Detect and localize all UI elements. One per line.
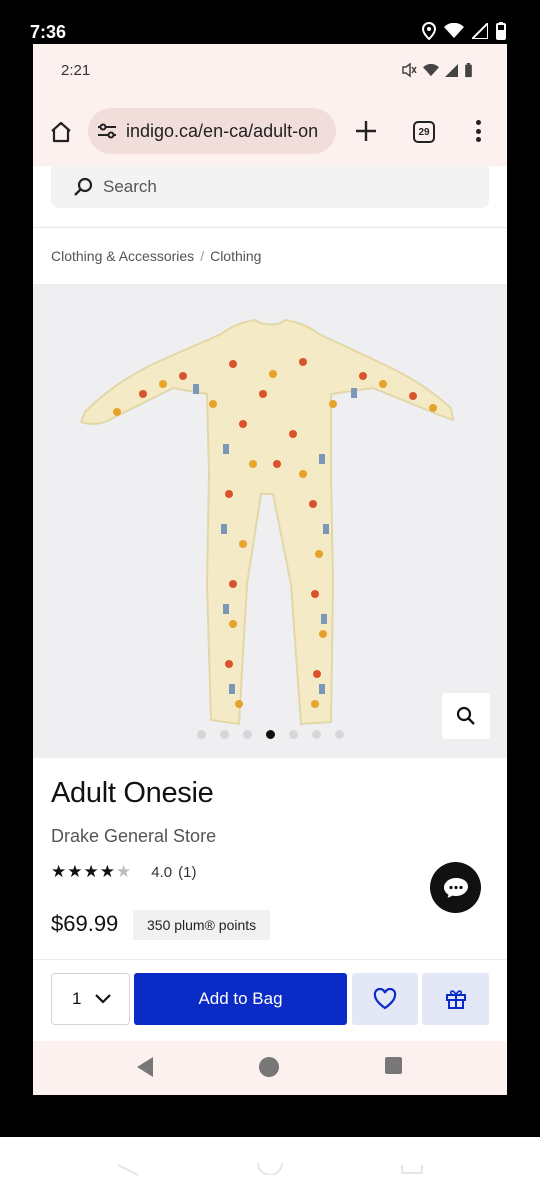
star-icon: ★	[67, 862, 83, 881]
zoom-icon	[456, 706, 475, 725]
inner-status-icons	[401, 62, 473, 78]
star-icon: ★	[99, 862, 115, 881]
device-status-bar: 7:36	[0, 0, 540, 44]
gallery-dot[interactable]	[311, 730, 321, 739]
device-time: 7:36	[30, 22, 67, 42]
heart-icon	[373, 988, 397, 1010]
breadcrumb-item-clothing[interactable]: Clothing	[210, 248, 261, 264]
more-menu-icon[interactable]	[473, 118, 483, 144]
home-icon[interactable]	[49, 120, 73, 144]
wifi-icon	[444, 23, 464, 38]
inner-navigation-bar	[33, 1041, 507, 1095]
device-recents-icon[interactable]	[400, 1163, 424, 1175]
purchase-action-bar: 1 Add to Bag	[33, 959, 507, 1041]
gallery-dot[interactable]	[219, 730, 229, 739]
device-status-icons	[422, 22, 506, 40]
quantity-select[interactable]: 1	[51, 973, 130, 1025]
location-icon	[422, 22, 436, 40]
star-icon: ★	[83, 862, 99, 881]
gallery-pagination	[33, 730, 507, 739]
phone-screen: 2:21 indigo.ca/en-ca/adult-on 29 Search …	[33, 44, 507, 1095]
signal-icon	[445, 63, 458, 77]
product-title: Adult Onesie	[51, 777, 214, 809]
battery-icon	[496, 22, 506, 40]
gift-icon	[445, 990, 466, 1009]
mute-icon	[402, 62, 417, 78]
back-icon[interactable]	[135, 1056, 155, 1078]
breadcrumb-item-clothing-accessories[interactable]: Clothing & Accessories	[51, 248, 194, 264]
battery-icon	[465, 62, 472, 77]
tab-switcher-button[interactable]: 29	[413, 121, 435, 143]
site-settings-icon[interactable]	[96, 120, 118, 142]
breadcrumb-separator: /	[200, 248, 205, 264]
inner-status-bar: 2:21	[33, 44, 507, 96]
add-to-bag-label: Add to Bag	[198, 989, 283, 1008]
gift-button[interactable]	[422, 973, 489, 1025]
browser-toolbar: indigo.ca/en-ca/adult-on 29	[33, 96, 507, 166]
gallery-dot[interactable]	[242, 730, 252, 739]
new-tab-icon[interactable]	[353, 118, 379, 144]
quantity-value: 1	[72, 989, 82, 1008]
search-icon	[74, 177, 93, 196]
star-empty-icon: ★	[116, 862, 132, 881]
gallery-dot[interactable]	[196, 730, 206, 739]
rating-stars: ★ ★ ★ ★ ★	[51, 862, 131, 882]
star-icon: ★	[51, 862, 67, 881]
review-count[interactable]: (1)	[178, 864, 196, 881]
signal-icon	[472, 23, 488, 39]
product-brand[interactable]: Drake General Store	[51, 826, 216, 847]
wifi-icon	[423, 63, 439, 76]
add-to-bag-button[interactable]: Add to Bag	[134, 973, 347, 1025]
chevron-down-icon	[95, 994, 112, 1004]
address-bar[interactable]: indigo.ca/en-ca/adult-on	[88, 108, 336, 154]
search-placeholder: Search	[103, 177, 157, 196]
gallery-dot[interactable]	[334, 730, 344, 739]
gallery-dot-active[interactable]	[265, 730, 275, 739]
inner-time: 2:21	[61, 62, 91, 79]
url-text[interactable]: indigo.ca/en-ca/adult-on	[126, 121, 318, 142]
zoom-button[interactable]	[442, 693, 490, 739]
plum-points-badge: 350 plum® points	[133, 910, 271, 940]
device-home-icon[interactable]	[256, 1161, 284, 1175]
search-area: Search	[33, 166, 507, 228]
breadcrumb: Clothing & Accessories / Clothing	[51, 248, 261, 264]
onesie-image	[79, 318, 455, 726]
chat-icon	[443, 877, 468, 898]
chat-button[interactable]	[430, 862, 481, 913]
home-nav-icon[interactable]	[258, 1056, 280, 1078]
rating-score: 4.0	[151, 863, 173, 881]
device-navigation-bar	[0, 1137, 540, 1200]
product-image-gallery[interactable]	[33, 284, 507, 758]
product-rating[interactable]: ★ ★ ★ ★ ★ 4.0 (1)	[51, 862, 196, 882]
tab-count: 29	[418, 126, 430, 138]
gallery-dot[interactable]	[288, 730, 298, 739]
product-price: $69.99	[51, 911, 119, 936]
recents-icon[interactable]	[384, 1056, 403, 1075]
search-input[interactable]: Search	[51, 166, 489, 208]
device-back-icon[interactable]	[116, 1163, 140, 1177]
wishlist-button[interactable]	[352, 973, 418, 1025]
